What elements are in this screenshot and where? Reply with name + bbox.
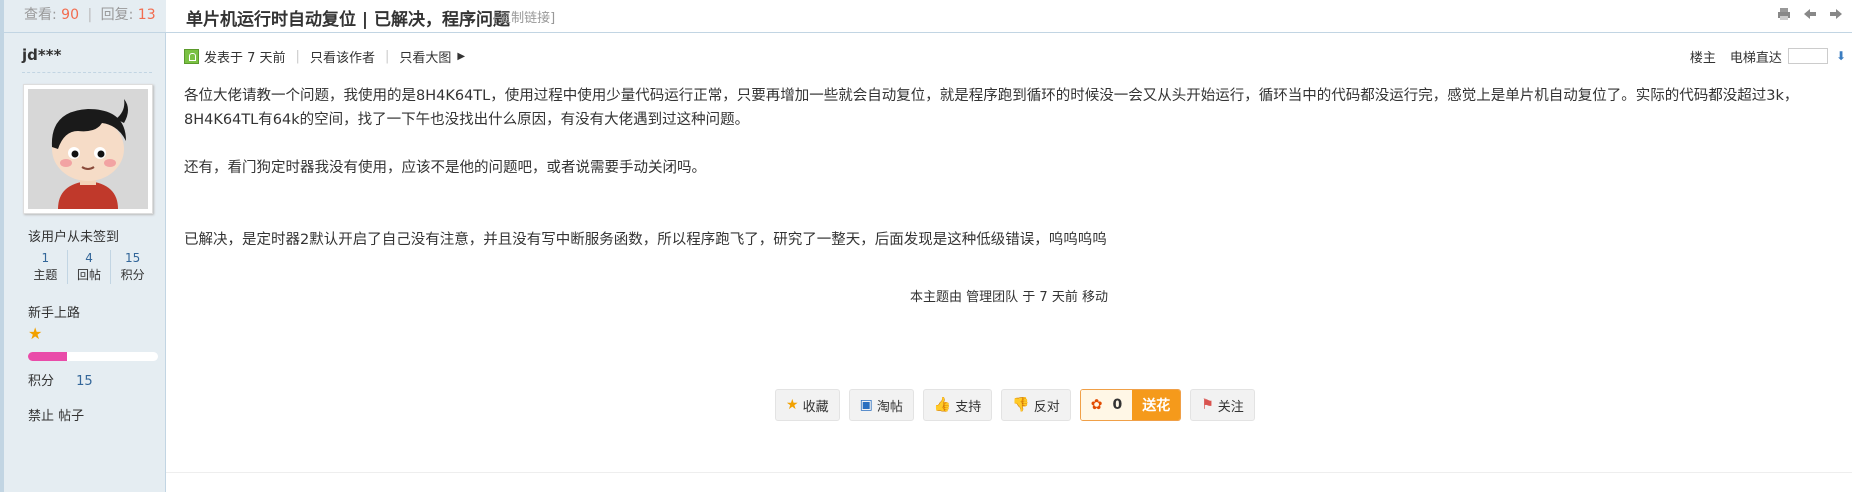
- meta-divider: |: [295, 48, 300, 64]
- author-name[interactable]: jd***: [22, 46, 61, 64]
- stat-label: 回帖: [77, 268, 102, 282]
- thread-title-bar: 单片机运行时自动复位 | 已解决，程序问题 [复制链接]: [166, 0, 1852, 33]
- divider: [22, 72, 152, 73]
- post-paragraph: 还有，看门狗定时器我没有使用，应该不是他的问题吧，或者说需要手动关闭吗。: [184, 160, 706, 176]
- online-status-icon: [184, 48, 199, 64]
- post-meta: 发表于 7 天前 | 只看该作者 | 只看大图 ▶: [184, 46, 465, 66]
- floor-label: 楼主: [1689, 50, 1716, 66]
- page: 查看: 90 | 回复: 13 jd*** 该用户从未签到 1 主题 4 回帖 …: [0, 0, 1852, 492]
- stat-value: 1: [41, 251, 50, 265]
- favorite-label: 收藏: [802, 399, 829, 415]
- thread-stats: 查看: 90 | 回复: 13: [4, 0, 166, 33]
- replies-label: 回复:: [100, 7, 134, 23]
- author-stat-replies[interactable]: 4 回帖: [68, 250, 112, 284]
- copy-link-button[interactable]: [复制链接]: [493, 7, 555, 26]
- title-tools: [1776, 7, 1844, 23]
- rank-progress-fill: [28, 352, 67, 361]
- stats-divider: |: [87, 7, 93, 23]
- views-label: 查看:: [24, 7, 57, 23]
- score-value: 15: [76, 374, 93, 389]
- score-label: 积分: [28, 374, 55, 389]
- send-flower-label: 送花: [1132, 390, 1181, 420]
- stat-label: 主题: [33, 268, 58, 282]
- oppose-button[interactable]: 👎 反对: [1001, 389, 1071, 421]
- stat-label: 积分: [120, 268, 145, 282]
- author-stats: 1 主题 4 回帖 15 积分: [24, 250, 154, 284]
- author-stat-points[interactable]: 15 积分: [111, 250, 154, 284]
- cartoon-boy-icon: [28, 89, 148, 209]
- rank-progress-bar: [28, 352, 158, 361]
- big-image-link[interactable]: 只看大图: [399, 47, 451, 66]
- arrow-right-icon[interactable]: [1828, 7, 1844, 23]
- jump-label: 电梯直达: [1729, 50, 1782, 66]
- author-stat-topics[interactable]: 1 主题: [24, 250, 68, 284]
- star-icon: ★: [786, 397, 799, 413]
- avatar[interactable]: [23, 84, 153, 214]
- oppose-label: 反对: [1033, 399, 1060, 415]
- bag-icon: ▣: [859, 397, 873, 413]
- stat-value: 15: [125, 251, 141, 265]
- post-paragraph: 已解决，是定时器2默认开启了自己没有注意，并且没有写中断服务函数，所以程序跑飞了…: [184, 232, 1107, 248]
- arrow-down-icon[interactable]: ⬇: [1836, 49, 1846, 63]
- score-row: 积分 15: [28, 370, 93, 389]
- ban-post-link[interactable]: 禁止 帖子: [28, 405, 84, 424]
- post-actions: ★ 收藏 ▣ 淘帖 👍 支持 👎 反对 ✿ 0 送花 ⚑ 关注: [775, 389, 1255, 421]
- flag-icon: ⚑: [1201, 397, 1214, 413]
- post-time: 发表于 7 天前: [204, 50, 286, 66]
- meta-divider: |: [384, 48, 390, 64]
- floor-jump-input[interactable]: [1787, 48, 1828, 64]
- post-paragraph: 各位大佬请教一个问题，我使用的是8H4K64TL，使用过程中使用少量代码运行正常…: [184, 88, 1799, 128]
- support-label: 支持: [955, 399, 982, 415]
- stat-value: 4: [85, 251, 93, 265]
- avatar-image: [28, 89, 148, 209]
- arrow-left-icon[interactable]: [1802, 7, 1818, 23]
- thumbs-down-icon: 👎: [1012, 397, 1030, 413]
- caret-right-icon[interactable]: ▶: [457, 51, 465, 62]
- flower-icon: ✿: [1090, 397, 1103, 413]
- thread-title: 单片机运行时自动复位 | 已解决，程序问题: [186, 10, 511, 30]
- star-icon: ★: [28, 324, 43, 343]
- thumbs-up-icon: 👍: [933, 397, 952, 413]
- author-sidebar: 查看: 90 | 回复: 13 jd*** 该用户从未签到 1 主题 4 回帖 …: [0, 0, 166, 492]
- flower-count: 0: [1112, 397, 1123, 413]
- flower-count-box: ✿ 0: [1080, 390, 1133, 420]
- taotie-label: 淘帖: [876, 399, 903, 415]
- post-footer: [166, 472, 1852, 492]
- post-body: 各位大佬请教一个问题，我使用的是8H4K64TL，使用过程中使用少量代码运行正常…: [184, 84, 1844, 132]
- support-button[interactable]: 👍 支持: [922, 389, 993, 421]
- follow-button[interactable]: ⚑ 关注: [1190, 389, 1255, 421]
- moved-notice: 本主题由 管理团队 于 7 天前 移动: [910, 290, 1108, 305]
- send-flower-button[interactable]: ✿ 0 送花: [1079, 389, 1182, 421]
- taotie-button[interactable]: ▣ 淘帖: [848, 389, 914, 421]
- signin-status: 该用户从未签到: [28, 230, 120, 245]
- only-author-link[interactable]: 只看该作者: [310, 47, 375, 66]
- replies-count: 13: [137, 7, 156, 23]
- views-count: 90: [61, 7, 79, 23]
- print-icon[interactable]: [1776, 7, 1792, 23]
- floor-tools: 楼主 电梯直达 ⬇: [1690, 46, 1852, 66]
- follow-label: 关注: [1217, 399, 1244, 415]
- favorite-button[interactable]: ★ 收藏: [775, 389, 840, 421]
